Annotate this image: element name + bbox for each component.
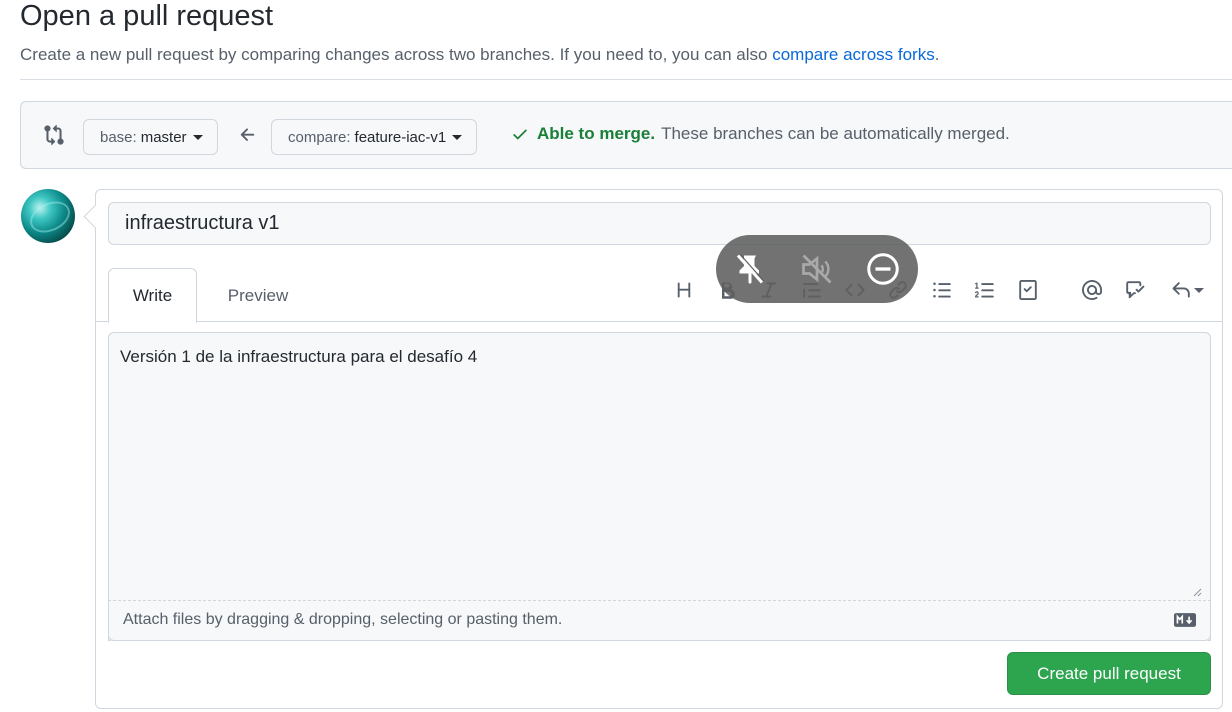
subtitle-end: . [934,45,940,64]
caret-down-icon [452,134,463,140]
page-title: Open a pull request [20,0,274,32]
pr-composer: Write Preview Versión 1 de la infraestru… [95,189,1223,709]
pr-body-textarea[interactable]: Versión 1 de la infraestructura para el … [108,332,1211,641]
attach-files-bar[interactable]: Attach files by dragging & dropping, sel… [108,600,1211,641]
header-divider [20,79,1232,80]
attach-files-text: Attach files by dragging & dropping, sel… [123,611,563,628]
heading-icon[interactable] [671,277,697,303]
check-icon [513,129,527,140]
markdown-icon[interactable] [1174,613,1196,627]
compare-prefix: compare: [288,128,351,146]
base-branch-select[interactable]: base: master [83,119,218,155]
compare-branch-name: feature-iac-v1 [354,128,447,146]
arrow-left-icon [240,128,255,141]
tab-preview[interactable]: Preview [208,268,308,323]
avatar[interactable] [21,189,75,243]
page-subtitle: Create a new pull request by comparing c… [20,45,939,65]
branch-range-bar: base: master compare: feature-iac-v1 Able … [20,101,1232,169]
screen-recorder-overlay [716,235,918,303]
mention-icon[interactable] [1079,277,1105,303]
subtitle-text: Create a new pull request by comparing c… [20,45,773,64]
cross-reference-icon[interactable] [1122,277,1148,303]
resize-grip-icon[interactable] [1192,587,1202,597]
mute-icon[interactable] [799,251,835,287]
merge-message: These branches can be automatically merg… [661,124,1010,143]
ordered-list-icon[interactable] [972,277,998,303]
base-branch-name: master [140,128,187,146]
unordered-list-icon[interactable] [929,277,955,303]
compare-branch-select[interactable]: compare: feature-iac-v1 [271,119,478,155]
merge-ok-label: Able to merge. [537,124,656,143]
git-compare-icon [44,124,64,146]
compare-across-forks-link[interactable]: compare across forks [772,45,935,64]
base-prefix: base: [100,128,137,146]
editor-tabs: Write Preview [96,266,1222,323]
tab-write[interactable]: Write [108,268,197,323]
pin-off-icon[interactable] [732,251,768,287]
caret-down-icon [1193,287,1204,293]
caret-down-icon [192,134,203,140]
merge-status: Able to merge. These branches can be aut… [511,124,1010,144]
minus-circle-icon[interactable] [865,251,901,287]
create-pull-request-button[interactable]: Create pull request [1007,652,1211,695]
pr-title-input[interactable] [108,202,1211,245]
reply-icon[interactable] [1167,277,1207,303]
task-list-icon[interactable] [1015,277,1041,303]
